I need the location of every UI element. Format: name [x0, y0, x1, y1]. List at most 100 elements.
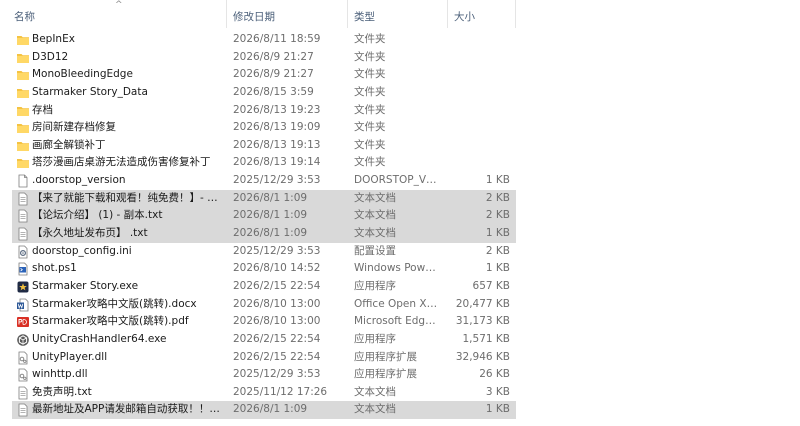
- file-row[interactable]: shot.ps1 2026/8/10 14:52 Windows Power... 1…: [12, 260, 516, 278]
- file-name: D3D12: [32, 50, 69, 63]
- file-row[interactable]: MonoBleedingEdge 2026/8/9 21:27 文件夹: [12, 66, 516, 84]
- file-name: Starmaker攻略中文版(跳转).docx: [32, 297, 197, 310]
- file-modified-date: 2026/2/15 22:54: [233, 332, 321, 345]
- file-name: winhttp.dll: [32, 368, 88, 381]
- column-header-date[interactable]: 修改日期: [233, 9, 275, 24]
- column-divider[interactable]: [226, 0, 227, 28]
- file-type: 应用程序扩展: [354, 350, 417, 363]
- file-row[interactable]: BepInEx 2026/8/11 18:59 文件夹: [12, 31, 516, 49]
- file-row[interactable]: 【论坛介绍】 (1) - 副本.txt 2026/8/1 1:09 文本文档 2 KB: [12, 207, 516, 226]
- file-type: 应用程序: [354, 332, 396, 345]
- file-row[interactable]: UnityCrashHandler64.exe 2026/2/15 22:54 应用…: [12, 331, 516, 349]
- file-modified-date: 2026/8/11 18:59: [233, 33, 321, 45]
- file-name: doorstop_config.ini: [32, 244, 132, 257]
- file-row[interactable]: 【永久地址发布页】 .txt 2026/8/1 1:09 文本文档 1 KB: [12, 225, 516, 243]
- file-modified-date: 2025/11/12 17:26: [233, 385, 328, 398]
- file-size: 26 KB: [479, 368, 510, 381]
- file-row[interactable]: Starmaker攻略中文版(跳转).docx 2026/8/10 13:00 Of…: [12, 296, 516, 314]
- column-header-size[interactable]: 大小: [454, 9, 475, 24]
- file-size: 20,477 KB: [455, 297, 510, 310]
- dll-file-icon: [16, 351, 30, 365]
- file-modified-date: 2025/12/29 3:53: [233, 174, 321, 187]
- file-row[interactable]: Starmaker Story_Data 2026/8/15 3:59 文件夹: [12, 84, 516, 102]
- file-type: 文件夹: [354, 156, 386, 169]
- file-size: 32,946 KB: [455, 350, 510, 363]
- file-row[interactable]: doorstop_config.ini 2025/12/29 3:53 配置设置 2 …: [12, 243, 516, 261]
- file-row[interactable]: 画廊全解锁补丁 2026/8/13 19:13 文件夹: [12, 137, 516, 155]
- file-row[interactable]: 【来了就能下载和观看！纯免费！】- 副... 2026/8/1 1:09 文本文档 2…: [12, 189, 516, 208]
- file-name: 画廊全解锁补丁: [32, 138, 106, 151]
- file-row[interactable]: winhttp.dll 2025/12/29 3:53 应用程序扩展 26 KB: [12, 366, 516, 384]
- file-row[interactable]: Starmaker Story.exe 2026/2/15 22:54 应用程序 65…: [12, 278, 516, 296]
- file-name: 【来了就能下载和观看！纯免费！】- 副...: [32, 191, 222, 204]
- file-name: UnityPlayer.dll: [32, 350, 108, 363]
- file-name: 房间新建存档修复: [32, 121, 116, 134]
- file-row[interactable]: 存档 2026/8/13 19:23 文件夹: [12, 102, 516, 120]
- file-modified-date: 2026/8/15 3:59: [233, 85, 314, 98]
- file-row[interactable]: D3D12 2026/8/9 21:27 文件夹: [12, 49, 516, 67]
- file-modified-date: 2026/8/10 13:00: [233, 297, 321, 310]
- file-name: 存档: [32, 103, 53, 116]
- file-name: shot.ps1: [32, 262, 77, 275]
- file-type: 文本文档: [354, 403, 396, 416]
- file-row[interactable]: Starmaker攻略中文版(跳转).pdf 2026/8/10 13:00 Mic…: [12, 313, 516, 331]
- file-name: 最新地址及APP请发邮箱自动获取！！！...: [32, 403, 222, 416]
- file-size: 31,173 KB: [455, 315, 510, 328]
- file-size: 3 KB: [485, 385, 510, 398]
- file-modified-date: 2026/2/15 22:54: [233, 279, 321, 292]
- folder-icon: [16, 156, 30, 170]
- file-row[interactable]: .doorstop_version 2025/12/29 3:53 DOORSTOP…: [12, 172, 516, 190]
- file-type: 文本文档: [354, 209, 396, 222]
- file-name: BepInEx: [32, 33, 75, 45]
- column-divider[interactable]: [447, 0, 448, 28]
- text-file-icon: [16, 209, 30, 223]
- dll-file-icon: [16, 368, 30, 382]
- file-name: Starmaker Story.exe: [32, 279, 139, 292]
- file-type: Windows Power...: [354, 262, 442, 275]
- file-size: 1,571 KB: [462, 332, 511, 345]
- folder-icon: [16, 121, 30, 135]
- text-file-icon: [16, 403, 30, 417]
- file-type: Microsoft Edge ...: [354, 315, 442, 328]
- file-modified-date: 2026/8/10 13:00: [233, 315, 321, 328]
- folder-icon: [16, 86, 30, 100]
- file-row[interactable]: 免责声明.txt 2025/11/12 17:26 文本文档 3 KB: [12, 384, 516, 402]
- file-type: 文本文档: [354, 191, 396, 204]
- app-exe-icon: [16, 280, 30, 294]
- file-modified-date: 2026/8/9 21:27: [233, 50, 314, 63]
- file-name: 【论坛介绍】 (1) - 副本.txt: [32, 209, 163, 222]
- folder-icon: [16, 104, 30, 118]
- column-header-name[interactable]: 名称: [14, 9, 35, 24]
- file-modified-date: 2026/8/10 14:52: [233, 262, 321, 275]
- file-name: .doorstop_version: [32, 174, 126, 187]
- file-type: 配置设置: [354, 244, 396, 257]
- file-type: Office Open XM...: [354, 297, 442, 310]
- file-modified-date: 2026/8/13 19:14: [233, 156, 321, 169]
- file-type: 应用程序: [354, 279, 396, 292]
- file-size: 2 KB: [485, 244, 510, 257]
- file-modified-date: 2025/12/29 3:53: [233, 368, 321, 381]
- file-modified-date: 2026/8/13 19:23: [233, 103, 321, 116]
- column-header-type[interactable]: 类型: [354, 9, 375, 24]
- file-row[interactable]: 最新地址及APP请发邮箱自动获取！！！... 2026/8/1 1:09 文本文档 1…: [12, 401, 516, 420]
- file-row[interactable]: 塔莎漫画店桌游无法造成伤害修复补丁 2026/8/13 19:14 文件夹: [12, 154, 516, 172]
- text-file-icon: [16, 386, 30, 400]
- column-divider[interactable]: [347, 0, 348, 28]
- file-row[interactable]: UnityPlayer.dll 2026/2/15 22:54 应用程序扩展 32,9…: [12, 349, 516, 367]
- file-type: 文件夹: [354, 121, 386, 134]
- file-type: 文本文档: [354, 227, 396, 240]
- file-size: 1 KB: [485, 174, 510, 187]
- file-modified-date: 2026/8/1 1:09: [233, 227, 308, 240]
- file-type: 文件夹: [354, 68, 386, 81]
- text-file-icon: [16, 227, 30, 241]
- config-file-icon: [16, 245, 30, 259]
- file-name: 塔莎漫画店桌游无法造成伤害修复补丁: [32, 156, 211, 169]
- file-name: Starmaker攻略中文版(跳转).pdf: [32, 315, 189, 328]
- file-type: DOORSTOP_VER...: [354, 174, 442, 187]
- file-type: 文件夹: [354, 138, 386, 151]
- file-size: 1 KB: [485, 227, 510, 240]
- file-size: 1 KB: [485, 262, 510, 275]
- folder-icon: [16, 33, 30, 47]
- file-row[interactable]: 房间新建存档修复 2026/8/13 19:09 文件夹: [12, 119, 516, 137]
- column-divider[interactable]: [515, 0, 516, 28]
